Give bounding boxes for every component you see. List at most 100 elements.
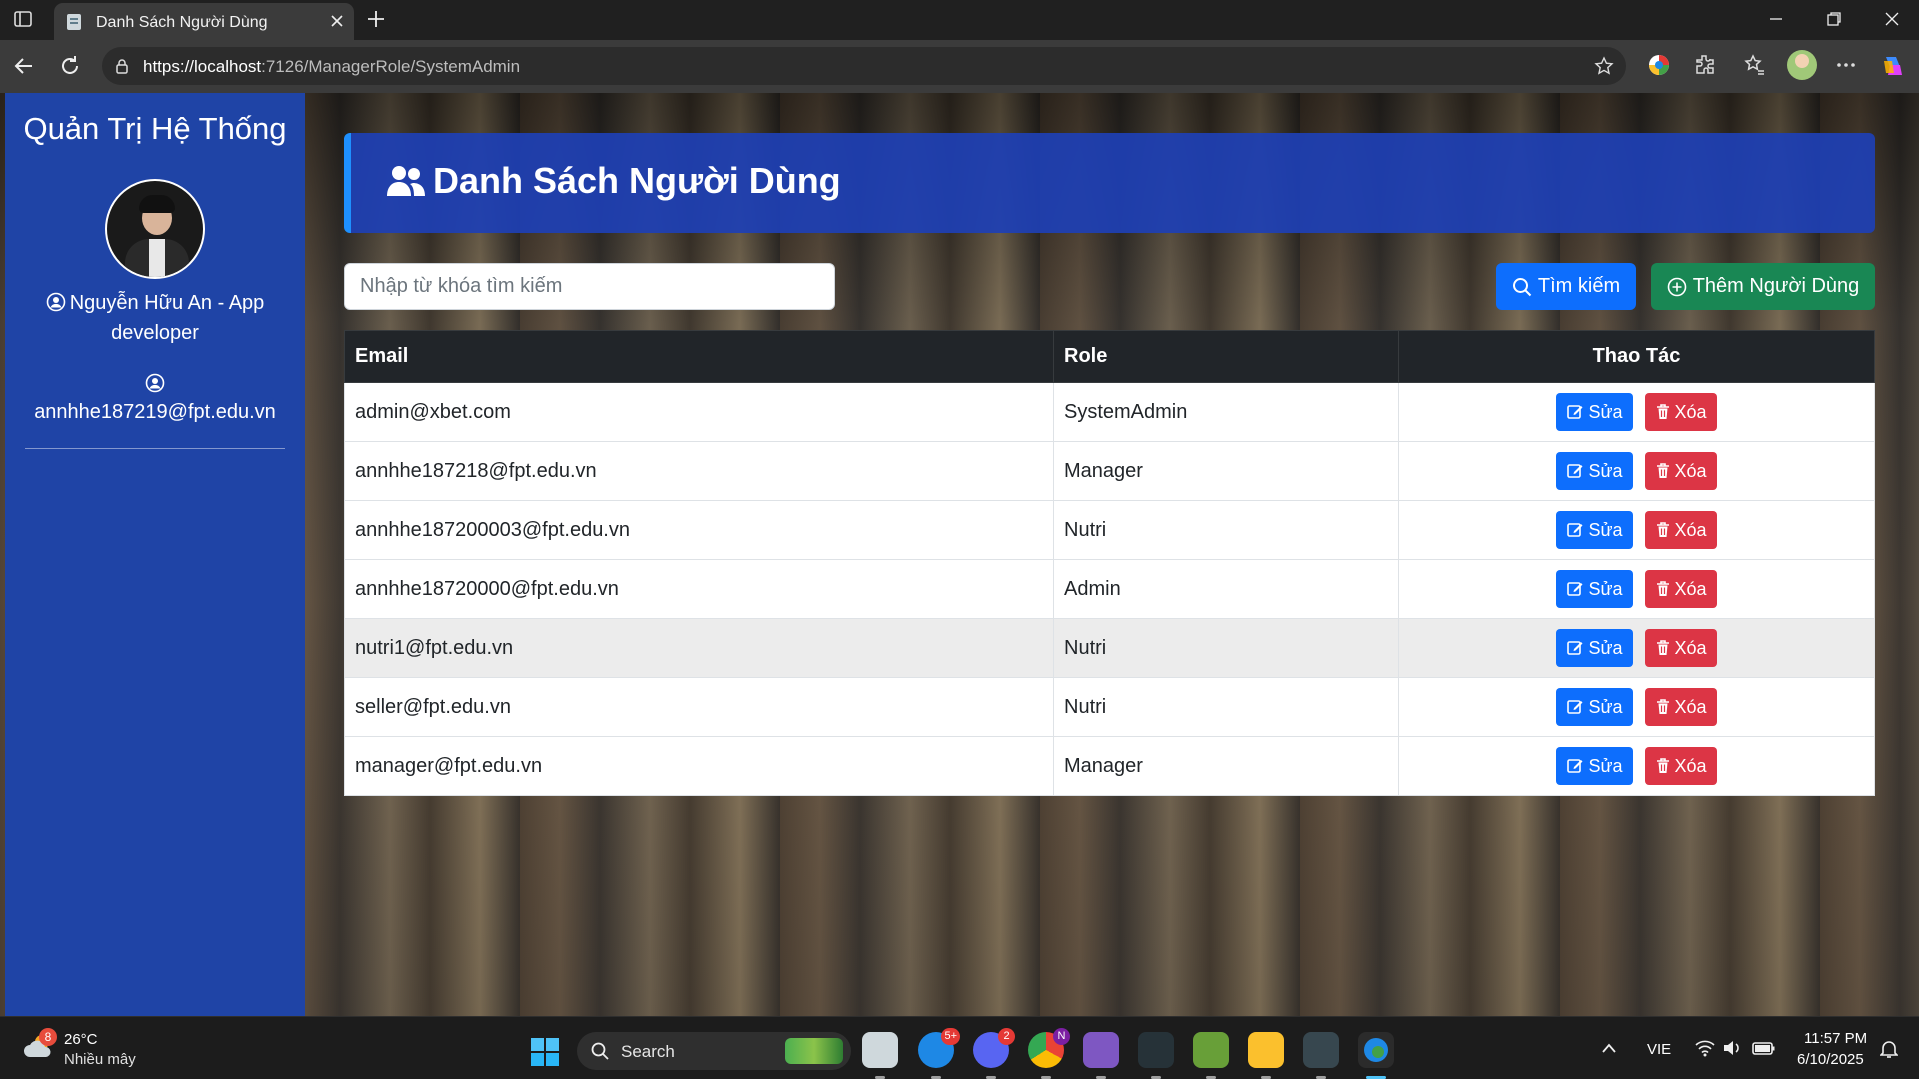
discord-app-icon[interactable]: 2	[973, 1028, 1015, 1079]
git-app-icon[interactable]	[1138, 1032, 1174, 1079]
table-header-row: Email Role Thao Tác	[344, 330, 1875, 383]
clock-date[interactable]: 6/10/2025	[1797, 1051, 1864, 1068]
profile-avatar[interactable]	[1787, 50, 1817, 80]
chrome-profile-badge: N	[1053, 1028, 1070, 1045]
address-bar[interactable]: https://localhost:7126/ManagerRole/Syste…	[102, 47, 1626, 85]
tab-title: Danh Sách Người Dùng	[96, 14, 268, 31]
taskbar-search[interactable]: Search	[577, 1032, 851, 1070]
edit-icon	[1566, 403, 1584, 421]
search-button-label: Tìm kiếm	[1537, 275, 1621, 297]
battery-icon[interactable]	[1752, 1039, 1776, 1057]
delete-button[interactable]: Xóa	[1644, 688, 1717, 726]
extensions-icon[interactable]	[1693, 53, 1717, 77]
delete-button[interactable]: Xóa	[1644, 511, 1717, 549]
edit-button[interactable]: Sửa	[1556, 511, 1633, 549]
refresh-icon[interactable]	[58, 54, 82, 78]
delete-button-label: Xóa	[1674, 696, 1707, 717]
clock-time[interactable]: 11:57 PM	[1804, 1030, 1867, 1047]
new-tab-icon[interactable]	[366, 9, 386, 29]
edit-button[interactable]: Sửa	[1556, 688, 1633, 726]
table-row: annhhe187200003@fpt.edu.vn Nutri Sửa Xóa	[344, 500, 1875, 560]
delete-button[interactable]: Xóa	[1644, 393, 1717, 431]
more-options-icon[interactable]	[1834, 53, 1858, 77]
search-input[interactable]	[344, 263, 835, 310]
add-user-button[interactable]: Thêm Người Dùng	[1651, 263, 1875, 310]
delete-button-label: Xóa	[1674, 637, 1707, 658]
edit-button-label: Sửa	[1588, 696, 1623, 717]
zalo-app-icon[interactable]: 5+	[918, 1028, 960, 1079]
visual-studio-icon[interactable]	[1083, 1032, 1119, 1079]
browser-tab[interactable]: Danh Sách Người Dùng	[54, 3, 354, 40]
file-explorer-icon[interactable]	[1248, 1032, 1284, 1079]
users-table: Email Role Thao Tác admin@xbet.com System…	[344, 330, 1875, 796]
edit-button[interactable]: Sửa	[1556, 452, 1633, 490]
windows-start-icon[interactable]	[530, 1037, 560, 1067]
cell-email: annhhe187218@fpt.edu.vn	[344, 441, 1054, 501]
cell-role: Manager	[1053, 441, 1399, 501]
table-row: annhhe18720000@fpt.edu.vn Admin Sửa Xóa	[344, 559, 1875, 619]
snipping-tool-icon[interactable]	[1193, 1032, 1229, 1079]
zalo-badge: 5+	[941, 1028, 960, 1045]
delete-button[interactable]: Xóa	[1644, 570, 1717, 608]
edit-button-label: Sửa	[1588, 460, 1623, 481]
cell-actions: Sửa Xóa	[1398, 677, 1875, 737]
cell-email: admin@xbet.com	[344, 382, 1054, 442]
user-circle-icon	[145, 373, 165, 393]
search-button[interactable]: Tìm kiếm	[1496, 263, 1636, 310]
terminal-icon[interactable]	[1303, 1032, 1339, 1079]
edit-button-label: Sửa	[1588, 401, 1623, 422]
page-title: Danh Sách Người Dùng	[433, 160, 841, 201]
input-language[interactable]: VIE	[1647, 1041, 1671, 1058]
favorites-icon[interactable]	[1743, 53, 1767, 77]
browser-toolbar: https://localhost:7126/ManagerRole/Syste…	[0, 40, 1919, 93]
trash-icon	[1655, 698, 1671, 716]
address-url[interactable]: https://localhost:7126/ManagerRole/Syste…	[143, 57, 520, 77]
edit-button[interactable]: Sửa	[1556, 393, 1633, 431]
edit-icon	[1566, 698, 1584, 716]
cell-email: annhhe18720000@fpt.edu.vn	[344, 559, 1054, 619]
sidebar-user-email: annhhe187219@fpt.edu.vn	[34, 401, 276, 423]
delete-button[interactable]: Xóa	[1644, 452, 1717, 490]
delete-button[interactable]: Xóa	[1644, 629, 1717, 667]
edit-button-label: Sửa	[1588, 578, 1623, 599]
trash-icon	[1655, 580, 1671, 598]
sidebar-user-name: Nguyễn Hữu An - App developer	[69, 292, 265, 344]
cell-role: Nutri	[1053, 500, 1399, 560]
add-user-button-label: Thêm Người Dùng	[1692, 275, 1860, 297]
edge-app-icon[interactable]	[1358, 1032, 1394, 1079]
chrome-app-icon[interactable]: N	[1028, 1028, 1070, 1079]
search-icon	[591, 1042, 609, 1060]
notification-bell-icon[interactable]	[1880, 1039, 1898, 1059]
wifi-icon[interactable]	[1695, 1039, 1715, 1057]
weather-description[interactable]: Nhiều mây	[64, 1051, 136, 1068]
edit-button[interactable]: Sửa	[1556, 570, 1633, 608]
delete-button-label: Xóa	[1674, 578, 1707, 599]
copilot-icon[interactable]	[1880, 53, 1906, 79]
column-header-role: Role	[1053, 330, 1399, 383]
minimize-icon[interactable]	[1768, 11, 1784, 27]
close-window-icon[interactable]	[1884, 11, 1900, 27]
task-view-icon[interactable]	[862, 1032, 898, 1079]
trash-icon	[1655, 403, 1671, 421]
restore-icon[interactable]	[1826, 11, 1842, 27]
delete-button[interactable]: Xóa	[1644, 747, 1717, 785]
cell-email: annhhe187200003@fpt.edu.vn	[344, 500, 1054, 560]
page-header-banner: Danh Sách Người Dùng	[344, 133, 1875, 233]
color-extension-icon[interactable]	[1647, 53, 1671, 77]
edit-button[interactable]: Sửa	[1556, 629, 1633, 667]
cell-actions: Sửa Xóa	[1398, 441, 1875, 501]
close-tab-icon[interactable]	[330, 14, 344, 28]
column-header-actions: Thao Tác	[1398, 330, 1875, 383]
favorite-star-icon[interactable]	[1594, 56, 1614, 76]
tab-actions-icon[interactable]	[12, 8, 38, 34]
delete-button-label: Xóa	[1674, 460, 1707, 481]
volume-icon[interactable]	[1722, 1039, 1742, 1057]
page-background: Quản Trị Hệ Thống Nguyễn Hữu An - App de…	[0, 93, 1919, 1016]
chevron-up-icon[interactable]	[1601, 1041, 1617, 1055]
edit-button[interactable]: Sửa	[1556, 747, 1633, 785]
lock-icon[interactable]	[114, 58, 130, 74]
weather-temperature[interactable]: 26°C	[64, 1031, 98, 1048]
table-row: seller@fpt.edu.vn Nutri Sửa Xóa	[344, 677, 1875, 737]
back-arrow-icon[interactable]	[12, 54, 36, 78]
user-circle-icon	[46, 292, 66, 312]
